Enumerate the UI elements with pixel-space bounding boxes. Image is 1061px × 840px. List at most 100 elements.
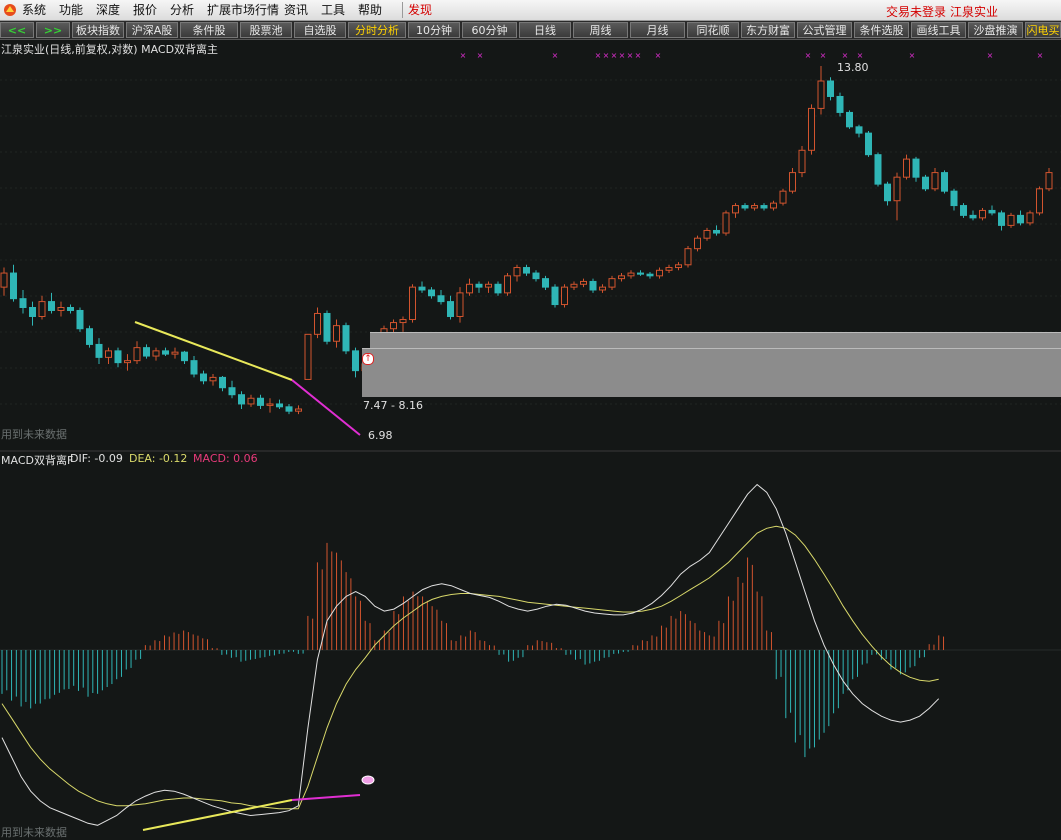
candle-body — [133, 347, 141, 362]
candle-body — [884, 183, 891, 202]
tab-condition-screener[interactable]: 条件选股 — [854, 22, 909, 38]
candle-body — [950, 190, 958, 207]
menu-depth[interactable]: 深度 — [96, 3, 120, 18]
candle-body — [846, 111, 853, 128]
candle-body — [124, 360, 131, 364]
menu-extended-market[interactable]: 扩展市场行情 — [207, 3, 279, 18]
candle-body — [646, 273, 654, 277]
period-toolbar: << >> 板块指数 沪深A股 条件股 股票池 自选股 分时分析 10分钟 60… — [0, 21, 1061, 40]
tab-stock-pool[interactable]: 股票池 — [240, 22, 292, 38]
tab-daily[interactable]: 日线 — [519, 22, 571, 38]
candle-body — [589, 280, 597, 291]
candle-body — [228, 387, 236, 396]
tab-condition-stocks[interactable]: 条件股 — [180, 22, 238, 38]
candle-body — [200, 373, 207, 382]
tab-drawing-tools[interactable]: 画线工具 — [911, 22, 966, 38]
candle-body — [627, 272, 635, 277]
candle-body — [637, 272, 644, 275]
candle-body — [38, 301, 46, 317]
candle-body — [827, 80, 834, 97]
candle-body — [390, 322, 397, 330]
macd-future-data-note: 用到未来数据 — [1, 826, 67, 839]
candle-body — [428, 289, 435, 297]
dif-line — [1, 483, 940, 826]
menu-analysis[interactable]: 分析 — [170, 3, 194, 18]
macd-divergence-line-yellow — [142, 799, 293, 831]
price-divergence-line-magenta — [291, 379, 361, 436]
candle-body — [504, 275, 511, 294]
candle-body — [656, 269, 663, 277]
candle-body — [608, 278, 616, 288]
tab-tonghuashun[interactable]: 同花顺 — [687, 22, 739, 38]
candle-body — [304, 333, 312, 380]
signal-marker-x: × — [655, 51, 662, 60]
signal-marker-x: × — [611, 51, 618, 60]
tab-weekly[interactable]: 周线 — [573, 22, 628, 38]
candle-body — [418, 286, 426, 291]
signal-marker-x: × — [842, 51, 849, 60]
signal-markers: × × × × × × × × × × × × × × × × × — [460, 51, 1044, 60]
tab-monthly[interactable]: 月线 — [630, 22, 685, 38]
candle-body — [960, 205, 967, 216]
candle-body — [542, 278, 549, 288]
tab-shanghai-shenzhen-a[interactable]: 沪深A股 — [126, 22, 178, 38]
candle-body — [1026, 212, 1034, 224]
candle-body — [456, 292, 464, 317]
candle-body — [580, 280, 587, 285]
dea-value-label: DEA: -0.12 — [129, 452, 188, 465]
candle-body — [561, 286, 568, 306]
candle-body — [190, 360, 198, 375]
app-logo-icon — [4, 4, 16, 16]
login-status[interactable]: 交易未登录 — [886, 3, 946, 20]
tab-10min[interactable]: 10分钟 — [408, 22, 460, 38]
candle-body — [675, 264, 682, 269]
menu-function[interactable]: 功能 — [59, 3, 83, 18]
menu-discover[interactable]: 发现 — [408, 3, 432, 18]
tab-eastmoney[interactable]: 东方财富 — [741, 22, 795, 38]
candle-body — [285, 406, 293, 412]
candle-body — [513, 267, 521, 277]
candle-body — [447, 301, 454, 317]
candle-body — [1017, 214, 1024, 224]
menu-divider — [402, 2, 403, 18]
candle-body — [760, 205, 768, 209]
candle-body — [732, 205, 739, 214]
candle-body — [10, 272, 17, 300]
low-price-label: 6.98 — [368, 429, 393, 442]
tab-sandbox-simulation[interactable]: 沙盘推演 — [968, 22, 1023, 38]
tab-formula-manager[interactable]: 公式管理 — [797, 22, 852, 38]
signal-marker-x: × — [619, 51, 626, 60]
tab-60min[interactable]: 60分钟 — [462, 22, 517, 38]
tab-prev[interactable]: << — [0, 22, 34, 38]
candle-body — [19, 298, 27, 308]
tab-next[interactable]: >> — [36, 22, 70, 38]
candle-body — [76, 309, 84, 330]
menu-system[interactable]: 系统 — [22, 3, 46, 18]
candle-body — [808, 107, 815, 151]
candle-body — [295, 408, 302, 412]
candle-body — [694, 237, 701, 250]
candle-body — [618, 275, 625, 280]
candle-body — [998, 212, 1005, 226]
candle-body — [599, 286, 606, 291]
menu-tools[interactable]: 工具 — [321, 3, 345, 18]
menu-help[interactable]: 帮助 — [358, 3, 382, 18]
candle-body — [874, 154, 882, 185]
candle-body — [314, 312, 321, 335]
tab-sector-index[interactable]: 板块指数 — [72, 22, 124, 38]
menu-info[interactable]: 资讯 — [284, 3, 308, 18]
candle-body — [238, 394, 245, 405]
menu-quote[interactable]: 报价 — [133, 3, 157, 18]
candle-body — [751, 205, 758, 209]
macd-divergence-line-magenta — [291, 794, 361, 801]
tab-watchlist[interactable]: 自选股 — [294, 22, 346, 38]
candle-body — [941, 172, 948, 192]
signal-marker-x: × — [805, 51, 812, 60]
candle-body — [665, 267, 673, 271]
signal-marker-x: × — [603, 51, 610, 60]
candle-body — [703, 229, 711, 239]
tab-intraday-analysis[interactable]: 分时分析 — [348, 22, 406, 38]
candle-body — [922, 176, 929, 190]
divergence-signal-marker — [361, 775, 375, 785]
tab-flash-buy[interactable]: 闪电买 — [1025, 22, 1061, 38]
